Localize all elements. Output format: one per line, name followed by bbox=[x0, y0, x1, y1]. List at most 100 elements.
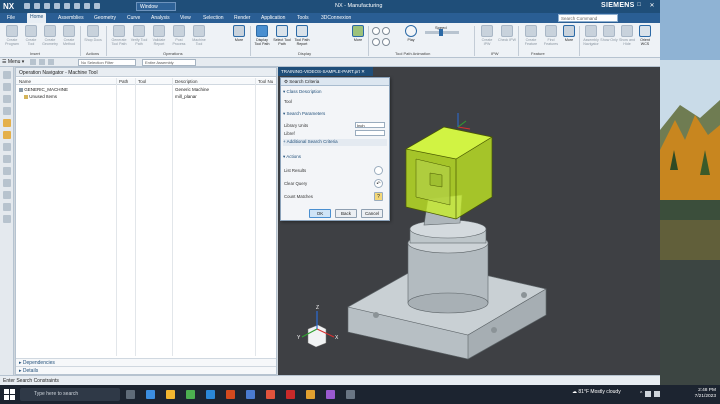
column-description[interactable]: Description bbox=[175, 79, 198, 84]
process-studio-icon[interactable] bbox=[3, 215, 11, 223]
tab-view[interactable]: View bbox=[177, 14, 194, 22]
column-path[interactable]: Path bbox=[119, 79, 128, 84]
display-tool-path-button[interactable]: Display Tool Path bbox=[253, 25, 271, 46]
command-search-input[interactable]: Search Command bbox=[558, 14, 618, 22]
dependencies-panel[interactable]: ▸ Dependencies bbox=[16, 358, 276, 366]
reuse-library-icon[interactable] bbox=[3, 107, 11, 115]
tab-analysis[interactable]: Analysis bbox=[148, 14, 173, 22]
part-navigator-icon[interactable] bbox=[3, 71, 11, 79]
cut-icon[interactable] bbox=[54, 3, 60, 9]
select-tool-path-button[interactable]: Select Tool Path bbox=[273, 25, 291, 46]
stop-icon[interactable] bbox=[372, 38, 380, 46]
edge-icon[interactable] bbox=[146, 390, 155, 399]
tab-selection[interactable]: Selection bbox=[200, 14, 227, 22]
chevron-up-icon[interactable]: ^ bbox=[640, 391, 642, 397]
assembly-navigator-button[interactable]: Assembly Navigator bbox=[582, 25, 600, 46]
file-tab[interactable]: TRAINING-VIDEOS-SAMPLE-PART.prt ✕ bbox=[278, 67, 373, 76]
verify-tool-path-button[interactable]: Verify Tool Path bbox=[130, 25, 148, 46]
column-name[interactable]: Name bbox=[19, 79, 31, 84]
volume-icon[interactable] bbox=[654, 391, 661, 397]
repeat-icon[interactable] bbox=[84, 3, 90, 9]
web-browser-icon[interactable] bbox=[3, 155, 11, 163]
roles-icon[interactable] bbox=[3, 167, 11, 175]
back-button[interactable]: Back bbox=[335, 209, 357, 218]
show-hide-button[interactable]: Show and Hide bbox=[618, 25, 636, 46]
undo-icon[interactable] bbox=[34, 3, 40, 9]
store-icon[interactable] bbox=[186, 390, 195, 399]
taskbar-search-input[interactable]: Type here to search bbox=[20, 388, 120, 401]
check-ipw-button[interactable]: Check IPW bbox=[498, 25, 516, 42]
weather-widget[interactable]: ☁ 81°F Mostly cloudy bbox=[572, 389, 621, 395]
task-view-icon[interactable] bbox=[126, 390, 135, 399]
additional-criteria-toggle[interactable]: + Additional Search Criteria bbox=[283, 139, 387, 146]
more-operations-button[interactable]: More bbox=[230, 25, 248, 42]
tab-assemblies[interactable]: Assemblies bbox=[55, 14, 87, 22]
column-tool-number[interactable]: Tool Nu bbox=[258, 79, 273, 84]
history-icon[interactable] bbox=[3, 143, 11, 151]
redo-icon[interactable] bbox=[44, 3, 50, 9]
powerpoint-icon[interactable] bbox=[266, 390, 275, 399]
validate-report-button[interactable]: Validate Report bbox=[150, 25, 168, 46]
tab-curve[interactable]: Curve bbox=[124, 14, 143, 22]
palette-icon[interactable] bbox=[3, 191, 11, 199]
paste-icon[interactable] bbox=[74, 3, 80, 9]
step-forward-icon[interactable] bbox=[382, 38, 390, 46]
rewind-icon[interactable] bbox=[382, 27, 390, 35]
machine-tool-button[interactable]: Machine Tool bbox=[190, 25, 208, 46]
constraint-navigator-icon[interactable] bbox=[3, 95, 11, 103]
column-tool[interactable]: Tool bbox=[138, 79, 146, 84]
section-search-parameters[interactable]: ▾ Search Parameters bbox=[283, 111, 387, 117]
snap-icon[interactable] bbox=[30, 59, 36, 65]
network-icon[interactable] bbox=[645, 391, 652, 397]
nx-app-icon[interactable] bbox=[226, 390, 235, 399]
tool-path-report-button[interactable]: Tool Path Report bbox=[293, 25, 311, 46]
folder-icon[interactable] bbox=[306, 390, 315, 399]
section-class-description[interactable]: ▾ Class Description bbox=[283, 89, 387, 95]
create-geometry-button[interactable]: Create Geometry bbox=[41, 25, 59, 46]
play-button[interactable]: Play bbox=[402, 25, 420, 42]
tree-row-unused-items[interactable]: Unused Items bbox=[24, 94, 57, 99]
menu-button[interactable]: ☰ Menu ▾ bbox=[2, 59, 24, 65]
selection-filter-select[interactable]: No Selection Filter bbox=[78, 59, 136, 66]
count-matches-button[interactable]: ? bbox=[374, 192, 383, 201]
list-results-button[interactable] bbox=[374, 166, 383, 175]
library-units-select[interactable]: Inch bbox=[355, 122, 385, 128]
show-only-button[interactable]: Show Only bbox=[600, 25, 618, 42]
assembly-navigator-icon[interactable] bbox=[3, 83, 11, 91]
libref-input[interactable] bbox=[355, 130, 385, 136]
app-icon[interactable] bbox=[326, 390, 335, 399]
details-panel[interactable]: ▸ Details bbox=[16, 366, 276, 374]
tab-home[interactable]: Home bbox=[27, 13, 47, 23]
find-features-button[interactable]: Find Features bbox=[542, 25, 560, 46]
speed-slider-thumb[interactable] bbox=[439, 29, 443, 36]
tab-render[interactable]: Render bbox=[231, 14, 253, 22]
tree-row-generic-machine[interactable]: GENERIC_MACHINE bbox=[19, 87, 68, 92]
machine-tool-navigator-icon[interactable] bbox=[3, 119, 11, 127]
create-program-button[interactable]: Create Program bbox=[3, 25, 21, 46]
copy-icon[interactable] bbox=[64, 3, 70, 9]
system-scenes-icon[interactable] bbox=[3, 179, 11, 187]
filter-icon[interactable] bbox=[39, 59, 45, 65]
clear-query-button[interactable]: ↶ bbox=[374, 179, 383, 188]
create-feature-button[interactable]: Create Feature bbox=[522, 25, 540, 46]
post-process-button[interactable]: Post Process bbox=[170, 25, 188, 46]
select-icon[interactable] bbox=[48, 59, 54, 65]
create-tool-button[interactable]: Create Tool bbox=[22, 25, 40, 46]
create-method-button[interactable]: Create Method bbox=[60, 25, 78, 46]
window-menu[interactable]: Window bbox=[136, 2, 176, 11]
step-back-icon[interactable] bbox=[372, 27, 380, 35]
tab-geometry[interactable]: Geometry bbox=[91, 14, 119, 22]
orient-wcs-button[interactable]: Orient WCS bbox=[636, 25, 654, 46]
minimize-icon[interactable]: – bbox=[622, 2, 630, 9]
operation-navigator-icon[interactable] bbox=[3, 131, 11, 139]
maximize-icon[interactable]: □ bbox=[635, 2, 643, 9]
speed-slider[interactable] bbox=[425, 29, 459, 36]
acrobat-icon[interactable] bbox=[286, 390, 295, 399]
more-feature-button[interactable]: More bbox=[560, 25, 578, 42]
tab-tools[interactable]: Tools bbox=[294, 14, 312, 22]
windows-start-icon[interactable] bbox=[4, 389, 15, 400]
app-icon[interactable] bbox=[346, 390, 355, 399]
tab-file[interactable]: File bbox=[4, 14, 18, 22]
assembly-scope-select[interactable]: Entire Assembly bbox=[142, 59, 196, 66]
shop-docs-button[interactable]: Shop Docs bbox=[84, 25, 102, 42]
